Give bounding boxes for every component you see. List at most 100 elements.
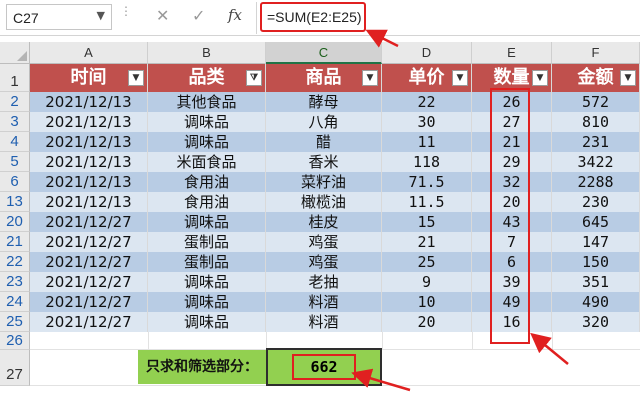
cell-product[interactable]: 菜籽油: [266, 172, 382, 192]
filter-dropdown-icon[interactable]: ▼: [128, 70, 144, 86]
cell-date[interactable]: 2021/12/13: [30, 152, 148, 172]
column-header-f[interactable]: F: [552, 42, 640, 64]
cell-amount[interactable]: 320: [552, 312, 640, 332]
column-header-b[interactable]: B: [148, 42, 266, 64]
cell-category[interactable]: 蛋制品: [148, 252, 266, 272]
cell-date[interactable]: 2021/12/27: [30, 232, 148, 252]
cell-category[interactable]: 调味品: [148, 272, 266, 292]
row-header[interactable]: 23: [0, 272, 30, 292]
drag-handle-icon[interactable]: ⋮: [120, 5, 132, 26]
formula-input[interactable]: =SUM(E2:E25): [260, 2, 366, 32]
cell-category[interactable]: 调味品: [148, 312, 266, 332]
row-header[interactable]: 3: [0, 112, 30, 132]
filter-dropdown-icon[interactable]: ▼: [620, 70, 636, 86]
cell-product[interactable]: 酵母: [266, 92, 382, 112]
column-header-a[interactable]: A: [30, 42, 148, 64]
cell-price[interactable]: 15: [382, 212, 472, 232]
cell-price[interactable]: 30: [382, 112, 472, 132]
cell-date[interactable]: 2021/12/27: [30, 252, 148, 272]
filter-dropdown-icon[interactable]: ▼: [532, 70, 548, 86]
summary-total-cell[interactable]: 662: [266, 348, 382, 386]
row-header[interactable]: 21: [0, 232, 30, 252]
chevron-down-icon[interactable]: ▼: [97, 9, 105, 22]
row-header[interactable]: 2: [0, 92, 30, 112]
column-header-c[interactable]: C: [266, 42, 382, 64]
cell-price[interactable]: 118: [382, 152, 472, 172]
cell-price[interactable]: 22: [382, 92, 472, 112]
cell-category[interactable]: 蛋制品: [148, 232, 266, 252]
cancel-icon[interactable]: ✕: [156, 6, 169, 25]
cell-date[interactable]: 2021/12/13: [30, 92, 148, 112]
row-header[interactable]: 22: [0, 252, 30, 272]
cell-category[interactable]: 米面食品: [148, 152, 266, 172]
cell-amount[interactable]: 147: [552, 232, 640, 252]
cell-amount[interactable]: 572: [552, 92, 640, 112]
cell-date[interactable]: 2021/12/27: [30, 292, 148, 312]
cell-amount[interactable]: 230: [552, 192, 640, 212]
cell-product[interactable]: 醋: [266, 132, 382, 152]
cell-date[interactable]: 2021/12/13: [30, 192, 148, 212]
cell-product[interactable]: 橄榄油: [266, 192, 382, 212]
cell-category[interactable]: 调味品: [148, 112, 266, 132]
cell-category[interactable]: 调味品: [148, 212, 266, 232]
cell-category[interactable]: 食用油: [148, 172, 266, 192]
row-header[interactable]: 1: [0, 64, 30, 92]
cell-product[interactable]: 料酒: [266, 312, 382, 332]
cell-price[interactable]: 9: [382, 272, 472, 292]
cell-category[interactable]: 其他食品: [148, 92, 266, 112]
cell-product[interactable]: 老抽: [266, 272, 382, 292]
row-header[interactable]: 4: [0, 132, 30, 152]
insert-function-icon[interactable]: fx: [228, 6, 242, 24]
row-header[interactable]: 13: [0, 192, 30, 212]
row-header[interactable]: 25: [0, 312, 30, 332]
row-header[interactable]: 5: [0, 152, 30, 172]
cell-product[interactable]: 八角: [266, 112, 382, 132]
cell-amount[interactable]: 150: [552, 252, 640, 272]
cell-amount[interactable]: 490: [552, 292, 640, 312]
cell-date[interactable]: 2021/12/27: [30, 212, 148, 232]
table-row: 2021/12/27 蛋制品 鸡蛋 21 7 147: [30, 232, 640, 252]
filter-dropdown-icon[interactable]: ▼: [452, 70, 468, 86]
cell-product[interactable]: 鸡蛋: [266, 252, 382, 272]
formula-bar-divider: [256, 2, 257, 34]
cell-date[interactable]: 2021/12/13: [30, 132, 148, 152]
cell-date[interactable]: 2021/12/27: [30, 312, 148, 332]
table-row: 2021/12/13 食用油 橄榄油 11.5 20 230: [30, 192, 640, 212]
cell-product[interactable]: 香米: [266, 152, 382, 172]
name-box[interactable]: C27 ▼: [6, 4, 112, 30]
cell-amount[interactable]: 231: [552, 132, 640, 152]
cell-price[interactable]: 11.5: [382, 192, 472, 212]
row-header[interactable]: 6: [0, 172, 30, 192]
summary-label[interactable]: 只求和筛选部分：: [138, 350, 266, 384]
row-header[interactable]: 27: [0, 350, 30, 386]
cell-price[interactable]: 21: [382, 232, 472, 252]
cell-amount[interactable]: 351: [552, 272, 640, 292]
row-header[interactable]: 26: [0, 332, 30, 350]
cell-price[interactable]: 11: [382, 132, 472, 152]
cell-product[interactable]: 桂皮: [266, 212, 382, 232]
cell-category[interactable]: 调味品: [148, 292, 266, 312]
filter-dropdown-icon[interactable]: ▼: [362, 70, 378, 86]
cell-date[interactable]: 2021/12/27: [30, 272, 148, 292]
cell-amount[interactable]: 810: [552, 112, 640, 132]
cell-amount[interactable]: 2288: [552, 172, 640, 192]
cell-price[interactable]: 10: [382, 292, 472, 312]
cell-product[interactable]: 鸡蛋: [266, 232, 382, 252]
row-header[interactable]: 24: [0, 292, 30, 312]
cell-date[interactable]: 2021/12/13: [30, 172, 148, 192]
cell-price[interactable]: 71.5: [382, 172, 472, 192]
column-header-e[interactable]: E: [472, 42, 552, 64]
cell-price[interactable]: 25: [382, 252, 472, 272]
cell-date[interactable]: 2021/12/13: [30, 112, 148, 132]
cell-product[interactable]: 料酒: [266, 292, 382, 312]
cell-amount[interactable]: 3422: [552, 152, 640, 172]
filter-active-icon[interactable]: ⧩: [246, 70, 262, 86]
cell-category[interactable]: 调味品: [148, 132, 266, 152]
row-header[interactable]: 20: [0, 212, 30, 232]
cell-price[interactable]: 20: [382, 312, 472, 332]
select-all-button[interactable]: [0, 42, 30, 64]
cell-category[interactable]: 食用油: [148, 192, 266, 212]
enter-icon[interactable]: ✓: [192, 6, 205, 25]
cell-amount[interactable]: 645: [552, 212, 640, 232]
column-header-d[interactable]: D: [382, 42, 472, 64]
